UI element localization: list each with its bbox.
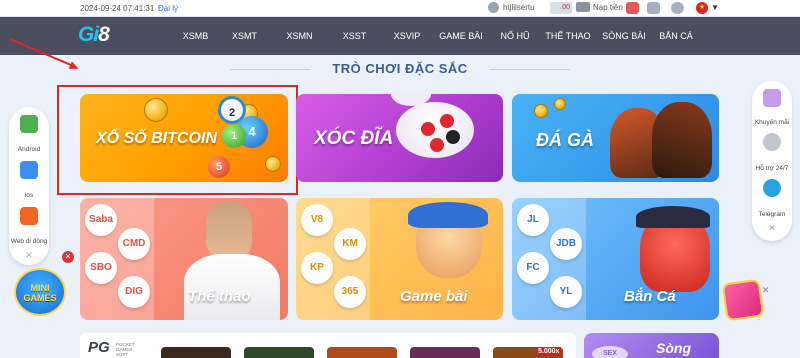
- nav-xsmb[interactable]: XSMB: [174, 17, 217, 55]
- red-chip: [430, 138, 444, 152]
- game-card-game-bai[interactable]: V8 KM KP 365 Game bài: [296, 198, 503, 320]
- provider-sbo[interactable]: SBO: [85, 252, 117, 284]
- character-hat: [408, 202, 488, 228]
- minigames-line2: GAMES: [23, 293, 57, 303]
- agent-link[interactable]: Đại lý: [158, 4, 178, 13]
- main-nav: Gi8 XSMB XSMT XSMN XSST XSVIP GAME BÀI N…: [0, 17, 800, 55]
- card-title: Bắn Cá: [624, 288, 676, 305]
- provider-km[interactable]: KM: [334, 228, 366, 260]
- provider-fc[interactable]: FC: [517, 252, 549, 284]
- top-bar: 2024-09-24 07:41:31 Đại lý htjlilsertu .…: [0, 0, 800, 17]
- balance: .00: [550, 2, 572, 14]
- game-thumb[interactable]: [410, 347, 480, 358]
- vietnam-flag-icon[interactable]: ★: [696, 2, 708, 14]
- android-label[interactable]: Android: [9, 146, 49, 153]
- pirate-hat: [636, 206, 710, 228]
- nav-the-thao[interactable]: THỂ THAO: [540, 17, 596, 55]
- provider-saba[interactable]: Saba: [85, 204, 117, 236]
- logo-suffix: 8: [98, 23, 110, 46]
- provider-cmd[interactable]: CMD: [118, 228, 150, 260]
- nav-xsvip[interactable]: XSVIP: [382, 17, 432, 55]
- datetime: 2024-09-24 07:41:31: [80, 4, 155, 13]
- card-title: Game bài: [400, 288, 468, 305]
- logo-prefix: Gi: [78, 23, 99, 46]
- close-icon[interactable]: ✕: [762, 285, 770, 296]
- gold-coin-icon: [534, 104, 548, 118]
- song-chip: SEX: [592, 346, 628, 358]
- nav-ban-ca[interactable]: BẮN CÁ: [652, 17, 700, 55]
- minigames-line1: MINI: [30, 283, 50, 293]
- user-info[interactable]: htjlilsertu: [488, 2, 535, 13]
- promotion-label[interactable]: Khuyến mãi: [752, 119, 792, 126]
- card-title: ĐÁ GÀ: [536, 130, 594, 150]
- provider-365[interactable]: 365: [334, 276, 366, 308]
- deposit-button[interactable]: Nạp tiền: [576, 2, 623, 12]
- nav-song-bai[interactable]: SÒNG BÀI: [596, 17, 652, 55]
- android-icon[interactable]: [20, 115, 38, 133]
- provider-dig[interactable]: DIG: [118, 276, 150, 308]
- close-icon[interactable]: ✕: [9, 250, 49, 261]
- chevron-down-icon[interactable]: ▼: [711, 3, 719, 12]
- power-icon[interactable]: [671, 2, 684, 14]
- provider-kp[interactable]: KP: [301, 252, 333, 284]
- black-chip: [446, 130, 460, 144]
- close-icon[interactable]: ✕: [62, 251, 74, 263]
- username: htjlilsertu: [503, 3, 535, 12]
- player-head: [206, 202, 252, 258]
- gold-coin-icon: [554, 98, 566, 110]
- close-icon[interactable]: ✕: [752, 223, 792, 234]
- multiplier-badge: 5.000x: [536, 347, 562, 356]
- support-icon[interactable]: [763, 133, 781, 151]
- player-jersey: [184, 254, 280, 320]
- nav-xsst[interactable]: XSST: [327, 17, 382, 55]
- highlight-frame: [57, 85, 298, 195]
- nav-no-hu[interactable]: NỔ HŨ: [490, 17, 540, 55]
- message-icon[interactable]: [647, 2, 660, 14]
- app-download-panel: Android ios Web di động ✕: [9, 107, 49, 265]
- game-thumb[interactable]: [327, 347, 397, 358]
- ios-label[interactable]: ios: [9, 192, 49, 199]
- telegram-label[interactable]: Telegram: [752, 211, 792, 218]
- red-chip: [440, 114, 454, 128]
- html5-icon[interactable]: [20, 207, 38, 225]
- song-bai-label: Sòng: [656, 340, 691, 356]
- game-card-the-thao[interactable]: Saba CMD SBO DIG Thể thao: [80, 198, 288, 320]
- telegram-icon[interactable]: [763, 179, 781, 197]
- pg-logo[interactable]: PG: [88, 339, 110, 356]
- rooster-right: [652, 102, 712, 178]
- section-title: TRÒ CHƠI ĐẶC SẮC: [332, 61, 468, 76]
- game-card-ban-ca[interactable]: JL JDB FC YL Bắn Cá: [512, 198, 719, 320]
- gift-box-icon[interactable]: [721, 278, 765, 322]
- pg-subtitle: POCKET GAMES SOFT: [116, 342, 135, 357]
- notification-icon[interactable]: [626, 2, 639, 14]
- wallet-icon: [576, 2, 590, 12]
- game-card-da-ga[interactable]: ĐÁ GÀ: [512, 94, 719, 182]
- provider-jdb[interactable]: JDB: [550, 228, 582, 260]
- deposit-label: Nạp tiền: [593, 2, 623, 12]
- apple-icon[interactable]: [20, 161, 38, 179]
- red-chip: [421, 122, 435, 136]
- nav-game-bai[interactable]: GAME BÀI: [432, 17, 490, 55]
- nav-xsmn[interactable]: XSMN: [272, 17, 327, 55]
- card-title: XÓC ĐĨA: [314, 128, 394, 149]
- logo[interactable]: Gi8: [78, 23, 110, 47]
- support-label[interactable]: Hỗ trợ 24/7: [752, 165, 792, 172]
- web-label[interactable]: Web di động: [9, 238, 49, 245]
- provider-yl[interactable]: YL: [550, 276, 582, 308]
- support-panel: Khuyến mãi Hỗ trợ 24/7 Telegram ✕: [752, 81, 792, 241]
- gift-icon[interactable]: [763, 89, 781, 107]
- game-thumb[interactable]: [244, 347, 314, 358]
- user-icon: [488, 2, 499, 13]
- game-thumb[interactable]: [161, 347, 231, 358]
- title-divider-right: [490, 69, 570, 70]
- nav-xsmt[interactable]: XSMT: [217, 17, 272, 55]
- provider-v8[interactable]: V8: [301, 204, 333, 236]
- minigames-button[interactable]: MINI GAMES: [14, 268, 66, 316]
- provider-jl[interactable]: JL: [517, 204, 549, 236]
- card-title: Thể thao: [188, 288, 251, 305]
- game-card-xoc-dia[interactable]: XÓC ĐĨA: [296, 94, 503, 182]
